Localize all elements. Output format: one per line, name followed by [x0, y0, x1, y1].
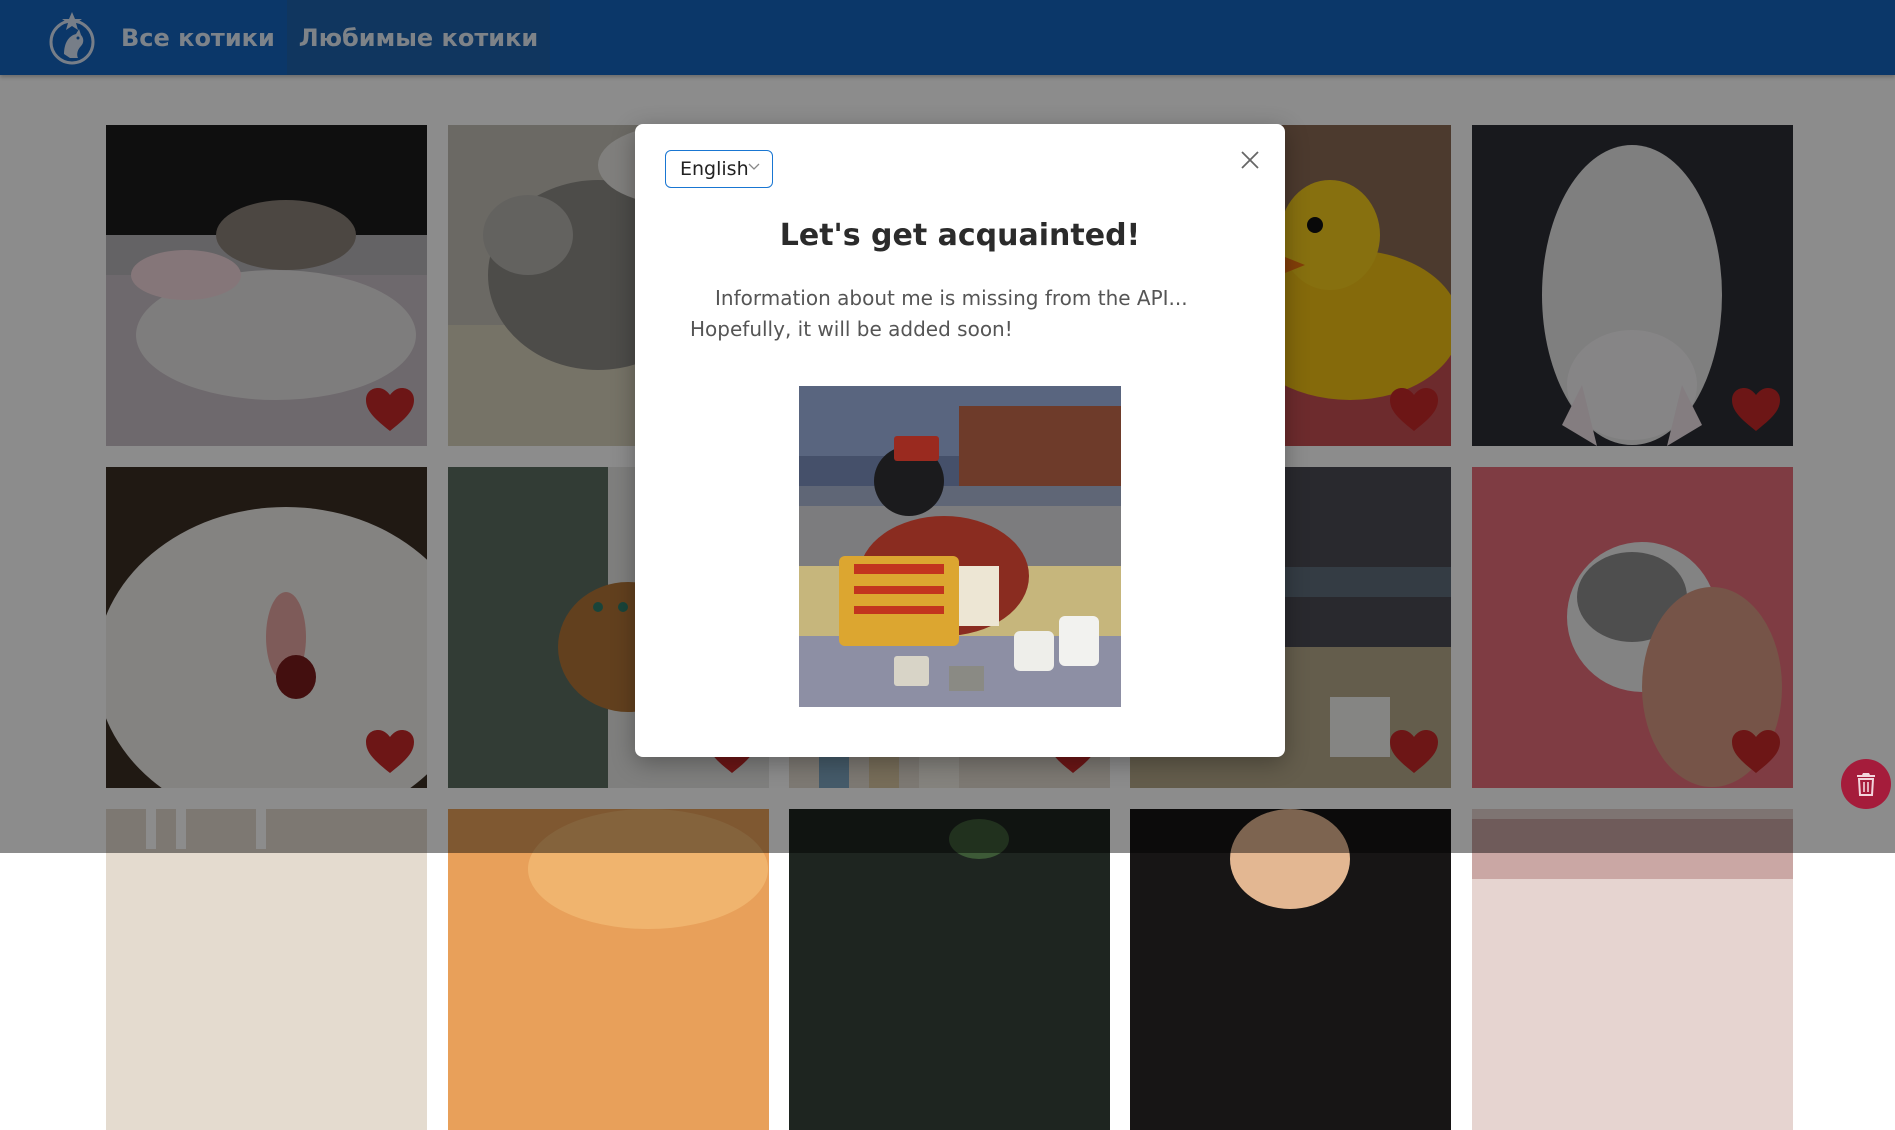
close-icon[interactable]	[1238, 148, 1262, 172]
dialog-message: Information about me is missing from the…	[690, 283, 1250, 345]
dialog-message-line2: Hopefully, it will be added soon!	[690, 317, 1013, 341]
language-select[interactable]: English	[665, 150, 773, 188]
cat-card[interactable]	[448, 809, 769, 1130]
language-select-value: English	[680, 158, 749, 180]
cat-card[interactable]	[789, 809, 1110, 1130]
about-dialog: English Let's get acquainted! Informatio…	[635, 124, 1285, 757]
cat-photo	[448, 809, 769, 1130]
trash-icon	[1857, 773, 1875, 796]
cat-photo	[1130, 809, 1451, 1130]
cat-card[interactable]	[106, 809, 427, 1130]
dialog-message-line1: Information about me is missing from the…	[715, 286, 1188, 310]
cat-photo	[106, 809, 427, 1130]
delete-button[interactable]	[1841, 759, 1891, 809]
dialog-title: Let's get acquainted!	[779, 218, 1141, 253]
chevron-down-icon	[748, 163, 760, 170]
cat-photo	[1472, 809, 1793, 1130]
cat-card[interactable]	[1130, 809, 1451, 1130]
cat-card[interactable]	[1472, 809, 1793, 1130]
cat-accordion-image	[799, 386, 1121, 707]
cat-photo	[789, 809, 1110, 1130]
